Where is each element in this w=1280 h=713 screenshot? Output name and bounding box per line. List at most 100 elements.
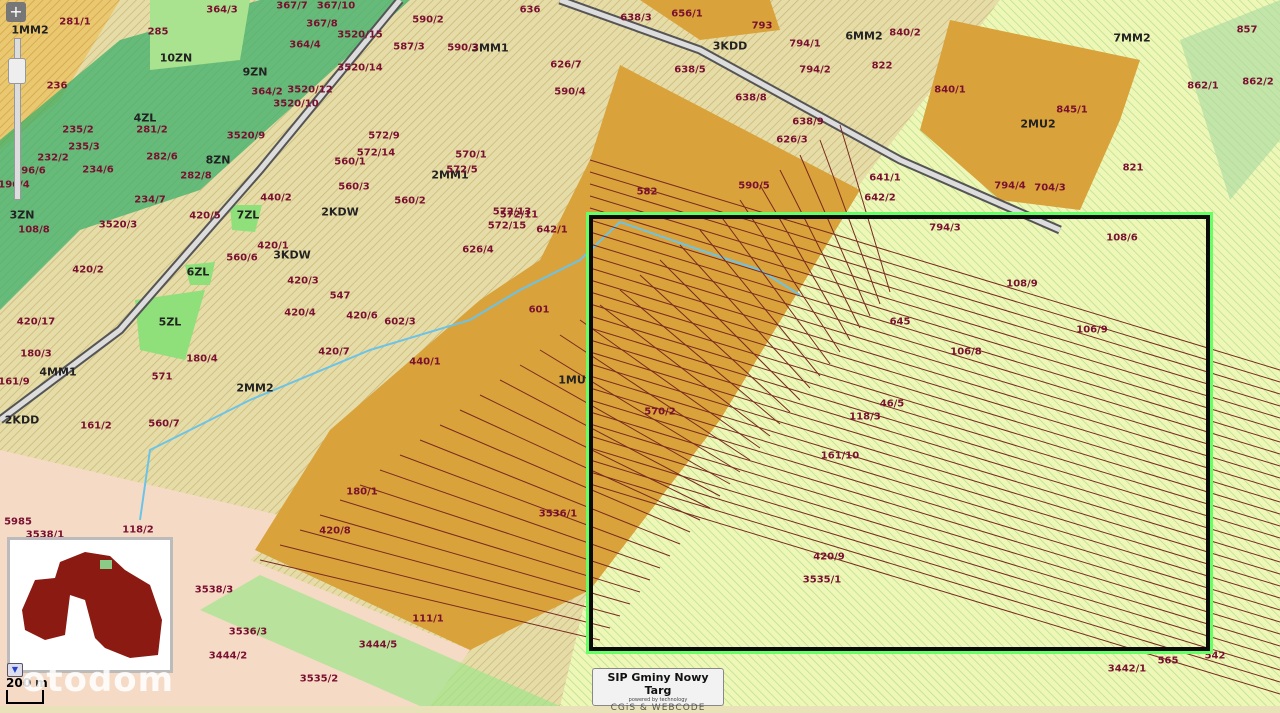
pan-zoom-button[interactable]: + (6, 2, 26, 22)
parcel-label[interactable]: 420/4 (284, 308, 315, 319)
parcel-label[interactable]: 571 (152, 372, 173, 383)
parcel-label[interactable]: 704/3 (1034, 183, 1065, 194)
parcel-label[interactable]: 840/1 (934, 85, 965, 96)
parcel-label[interactable]: 821 (1123, 163, 1144, 174)
parcel-label[interactable]: 565 (1158, 656, 1179, 667)
parcel-label[interactable]: 420/5 (189, 211, 220, 222)
parcel-label[interactable]: 235/2 (62, 125, 93, 136)
parcel-label[interactable]: 587/3 (393, 42, 424, 53)
parcel-label[interactable]: 642/2 (864, 193, 895, 204)
zone-label[interactable]: 1MU (558, 374, 586, 387)
parcel-label[interactable]: 3442/1 (1108, 664, 1146, 675)
parcel-label[interactable]: 234/6 (82, 165, 113, 176)
parcel-label[interactable]: 3520/3 (99, 220, 137, 231)
zone-label[interactable]: 2MU2 (1020, 118, 1055, 131)
zone-label[interactable]: 2KDD (5, 414, 39, 427)
parcel-label[interactable]: 281/1 (59, 17, 90, 28)
parcel-label[interactable]: 440/2 (260, 193, 291, 204)
parcel-label[interactable]: 642/1 (536, 225, 567, 236)
parcel-label[interactable]: 590/3 (447, 43, 478, 54)
zone-label[interactable]: 6MM2 (845, 30, 882, 43)
parcel-label[interactable]: 440/1 (409, 357, 440, 368)
parcel-label[interactable]: 281/2 (136, 125, 167, 136)
zone-label[interactable]: 7ZL (237, 209, 260, 222)
parcel-label[interactable]: 3520/12 (287, 85, 332, 96)
parcel-label[interactable]: 570/1 (455, 150, 486, 161)
parcel-label[interactable]: 180/4 (186, 354, 217, 365)
zone-label[interactable]: 3ZN (10, 209, 35, 222)
parcel-label[interactable]: 285 (148, 27, 169, 38)
parcel-label[interactable]: 364/4 (289, 40, 320, 51)
parcel-label[interactable]: 590/4 (554, 87, 585, 98)
parcel-label[interactable]: 572/5 (446, 165, 477, 176)
parcel-label[interactable]: 641/1 (869, 173, 900, 184)
parcel-label[interactable]: 626/3 (776, 135, 807, 146)
parcel-label[interactable]: 235/3 (68, 142, 99, 153)
parcel-label[interactable]: 572/15 (488, 221, 526, 232)
parcel-label[interactable]: 3444/5 (359, 640, 397, 651)
parcel-label[interactable]: 111/1 (412, 614, 443, 625)
parcel-label[interactable]: 794/1 (789, 39, 820, 50)
parcel-label[interactable]: 367/10 (317, 1, 355, 12)
parcel-label[interactable]: 638/3 (620, 13, 651, 24)
zone-label[interactable]: 4ZL (134, 112, 157, 125)
parcel-label[interactable]: 3538/3 (195, 585, 233, 596)
parcel-label[interactable]: 572/13 (493, 207, 531, 218)
parcel-label[interactable]: 232/2 (37, 153, 68, 164)
parcel-label[interactable]: 822 (872, 61, 893, 72)
parcel-label[interactable]: 857 (1237, 25, 1258, 36)
sip-badge[interactable]: SIP Gminy Nowy Targ powered by technolog… (592, 668, 724, 713)
parcel-label[interactable]: 3536/3 (229, 627, 267, 638)
zone-label[interactable]: 6ZL (187, 266, 210, 279)
parcel-label[interactable]: 108/8 (18, 225, 49, 236)
parcel-label[interactable]: 3535/2 (300, 674, 338, 685)
parcel-label[interactable]: 560/6 (226, 253, 257, 264)
parcel-label[interactable]: 560/7 (148, 419, 179, 430)
parcel-label[interactable]: 602/3 (384, 317, 415, 328)
parcel-label[interactable]: 161/2 (80, 421, 111, 432)
parcel-label[interactable]: 638/5 (674, 65, 705, 76)
parcel-label[interactable]: 560/1 (334, 157, 365, 168)
minimap-toggle-button[interactable]: ▼ (7, 663, 23, 677)
parcel-label[interactable]: 862/2 (1242, 77, 1273, 88)
parcel-label[interactable]: 542 (1205, 651, 1226, 662)
parcel-label[interactable]: 656/1 (671, 9, 702, 20)
parcel-label[interactable]: 638/8 (735, 93, 766, 104)
parcel-label[interactable]: 420/1 (257, 241, 288, 252)
parcel-label[interactable]: 236 (47, 81, 68, 92)
zone-label[interactable]: 10ZN (160, 52, 193, 65)
parcel-label[interactable]: 234/7 (134, 195, 165, 206)
parcel-label[interactable]: 3444/2 (209, 651, 247, 662)
parcel-label[interactable]: 3520/9 (227, 131, 265, 142)
overview-minimap[interactable] (7, 537, 173, 673)
zone-label[interactable]: 9ZN (243, 66, 268, 79)
parcel-label[interactable]: 3536/1 (539, 509, 577, 520)
parcel-label[interactable]: 560/3 (338, 182, 369, 193)
parcel-label[interactable]: 636 (520, 5, 541, 16)
zone-label[interactable]: 3KDD (713, 40, 747, 53)
parcel-label[interactable]: 794/2 (799, 65, 830, 76)
parcel-label[interactable]: 626/7 (550, 60, 581, 71)
parcel-label[interactable]: 3520/10 (273, 99, 318, 110)
zone-label[interactable]: 5ZL (159, 316, 182, 329)
parcel-label[interactable]: 3520/15 (337, 30, 382, 41)
parcel-label[interactable]: 793 (752, 21, 773, 32)
parcel-label[interactable]: 367/8 (306, 19, 337, 30)
parcel-label[interactable]: 420/6 (346, 311, 377, 322)
parcel-label[interactable]: 862/1 (1187, 81, 1218, 92)
parcel-label[interactable]: 601 (529, 305, 550, 316)
parcel-label[interactable]: 367/7 (276, 1, 307, 12)
parcel-label[interactable]: 582 (637, 187, 658, 198)
parcel-label[interactable]: 180/3 (20, 349, 51, 360)
parcel-label[interactable]: 572/9 (368, 131, 399, 142)
parcel-label[interactable]: 364/2 (251, 87, 282, 98)
parcel-label[interactable]: 547 (330, 291, 351, 302)
parcel-label[interactable]: 420/2 (72, 265, 103, 276)
parcel-label[interactable]: 626/4 (462, 245, 493, 256)
parcel-label[interactable]: 590/5 (738, 181, 769, 192)
parcel-label[interactable]: 638/9 (792, 117, 823, 128)
parcel-label[interactable]: 420/7 (318, 347, 349, 358)
parcel-label[interactable]: 794/4 (994, 181, 1025, 192)
parcel-label[interactable]: 180/1 (346, 487, 377, 498)
parcel-label[interactable]: 118/2 (122, 525, 153, 536)
